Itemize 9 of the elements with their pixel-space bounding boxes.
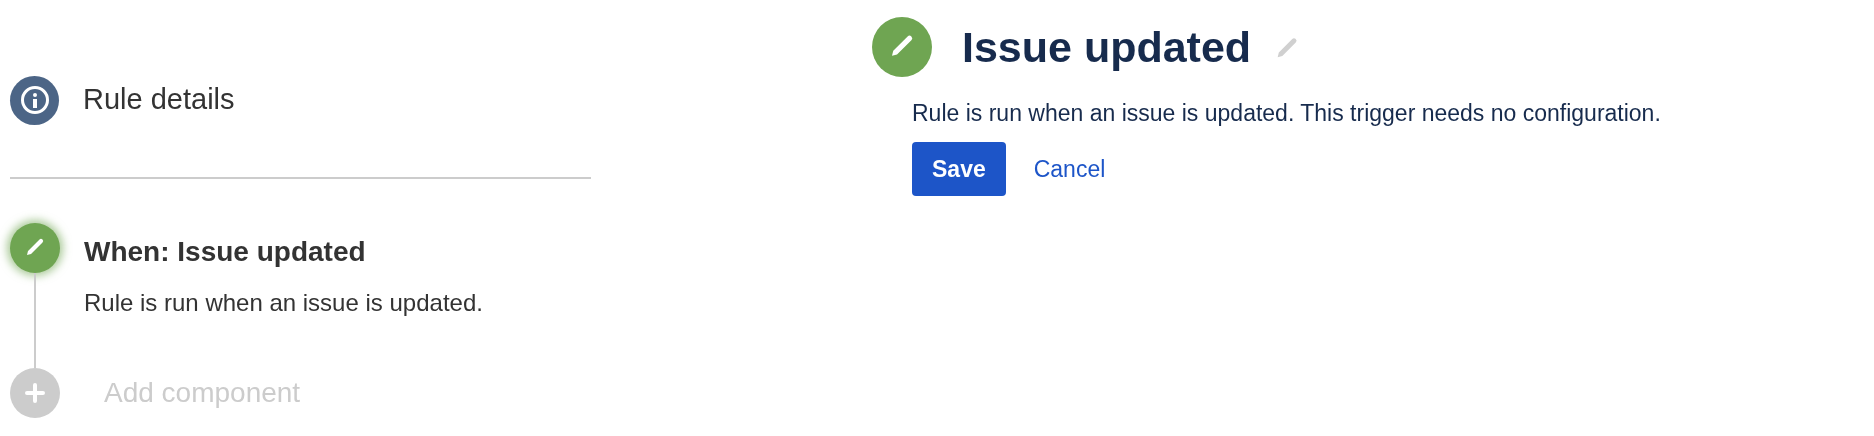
trigger-title[interactable]: When: Issue updated xyxy=(84,231,483,273)
save-button[interactable]: Save xyxy=(912,142,1006,196)
pencil-icon[interactable] xyxy=(10,223,60,273)
cancel-link[interactable]: Cancel xyxy=(1033,151,1106,187)
rule-details-label[interactable]: Rule details xyxy=(83,78,235,122)
editor-title: Issue updated xyxy=(962,22,1252,73)
editor-description: Rule is run when an issue is updated. This trigger needs no configuration. xyxy=(912,98,1661,128)
trigger-description: Rule is run when an issue is updated. xyxy=(84,288,483,318)
info-icon xyxy=(10,75,59,125)
